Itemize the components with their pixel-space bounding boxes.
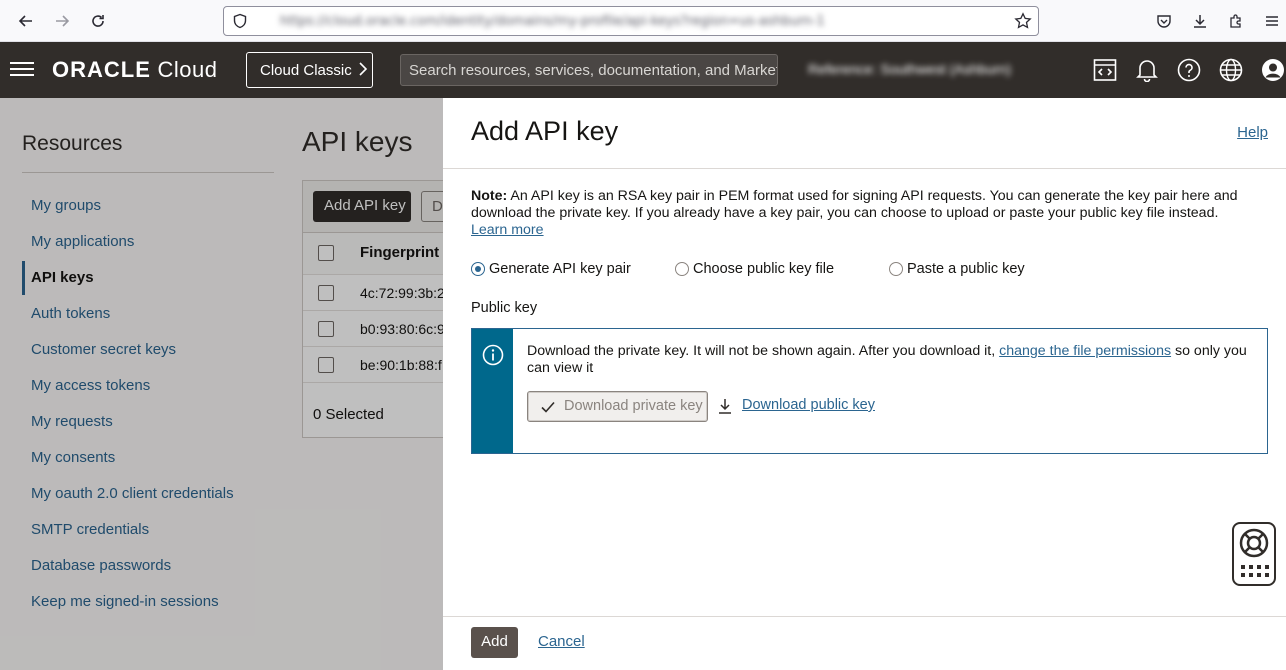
cancel-link[interactable]: Cancel (538, 633, 585, 650)
radio-unselected-icon[interactable] (889, 262, 903, 276)
url-bar[interactable]: https://cloud.oracle.com/identity/domain… (223, 6, 1039, 36)
navigation-menu-icon[interactable] (10, 58, 36, 82)
chevron-right-icon (359, 62, 368, 76)
help-icon[interactable] (1175, 56, 1203, 84)
user-icon[interactable] (1259, 56, 1286, 84)
panel-title: Add API key (471, 116, 619, 146)
help-widget-button[interactable] (1232, 522, 1276, 586)
browser-toolbar: https://cloud.oracle.com/identity/domain… (0, 0, 1286, 42)
download-private-key-button[interactable]: Download private key (527, 391, 708, 422)
bell-icon[interactable] (1133, 56, 1161, 84)
back-icon[interactable] (14, 9, 38, 33)
oci-header: ORACLE Cloud Cloud Classic Search resour… (0, 42, 1286, 98)
radio-selected-icon[interactable] (471, 262, 485, 276)
change-file-permissions-link[interactable]: change the file permissions (999, 343, 1171, 359)
globe-icon[interactable] (1217, 56, 1245, 84)
info-accent (472, 329, 513, 453)
download-icon (719, 399, 731, 414)
url-text: https://cloud.oracle.com/identity/domain… (280, 14, 825, 29)
add-api-key-panel: Add API key Help Note: An API key is an … (443, 98, 1286, 670)
lifebuoy-icon (1239, 528, 1269, 577)
menu-icon[interactable] (1260, 9, 1284, 33)
extensions-icon[interactable] (1224, 9, 1248, 33)
radio-choose-public-key-file[interactable]: Choose public key file (675, 261, 834, 277)
star-icon[interactable] (1014, 12, 1032, 35)
shield-icon[interactable] (232, 13, 248, 34)
oracle-cloud-logo[interactable]: ORACLE Cloud (52, 57, 218, 83)
forward-icon[interactable] (50, 9, 74, 33)
download-icon[interactable] (1188, 9, 1212, 33)
info-icon (482, 344, 504, 366)
radio-unselected-icon[interactable] (675, 262, 689, 276)
reload-icon[interactable] (86, 9, 110, 33)
cloud-classic-button[interactable]: Cloud Classic (246, 52, 373, 88)
radio-generate-key-pair[interactable]: Generate API key pair (471, 261, 631, 277)
radio-paste-public-key[interactable]: Paste a public key (889, 261, 1025, 277)
info-text: Download the private key. It will not be… (527, 343, 1247, 376)
code-editor-icon[interactable] (1091, 56, 1119, 84)
add-button[interactable]: Add (471, 627, 518, 658)
search-input[interactable]: Search resources, services, documentatio… (400, 54, 778, 86)
info-message: Download the private key. It will not be… (471, 328, 1268, 454)
help-link[interactable]: Help (1237, 124, 1268, 141)
modal-overlay[interactable] (0, 98, 443, 670)
public-key-label: Public key (471, 300, 538, 316)
tenancy-region-selector[interactable]: Reference: Southwest (Ashburn) (808, 61, 1070, 77)
divider (443, 616, 1286, 617)
divider (443, 168, 1286, 169)
checkmark-icon (541, 401, 555, 413)
note-text: Note: An API key is an RSA key pair in P… (471, 188, 1238, 238)
learn-more-link[interactable]: Learn more (471, 222, 544, 238)
pocket-icon[interactable] (1152, 9, 1176, 33)
download-public-key-link[interactable]: Download public key (742, 397, 875, 413)
